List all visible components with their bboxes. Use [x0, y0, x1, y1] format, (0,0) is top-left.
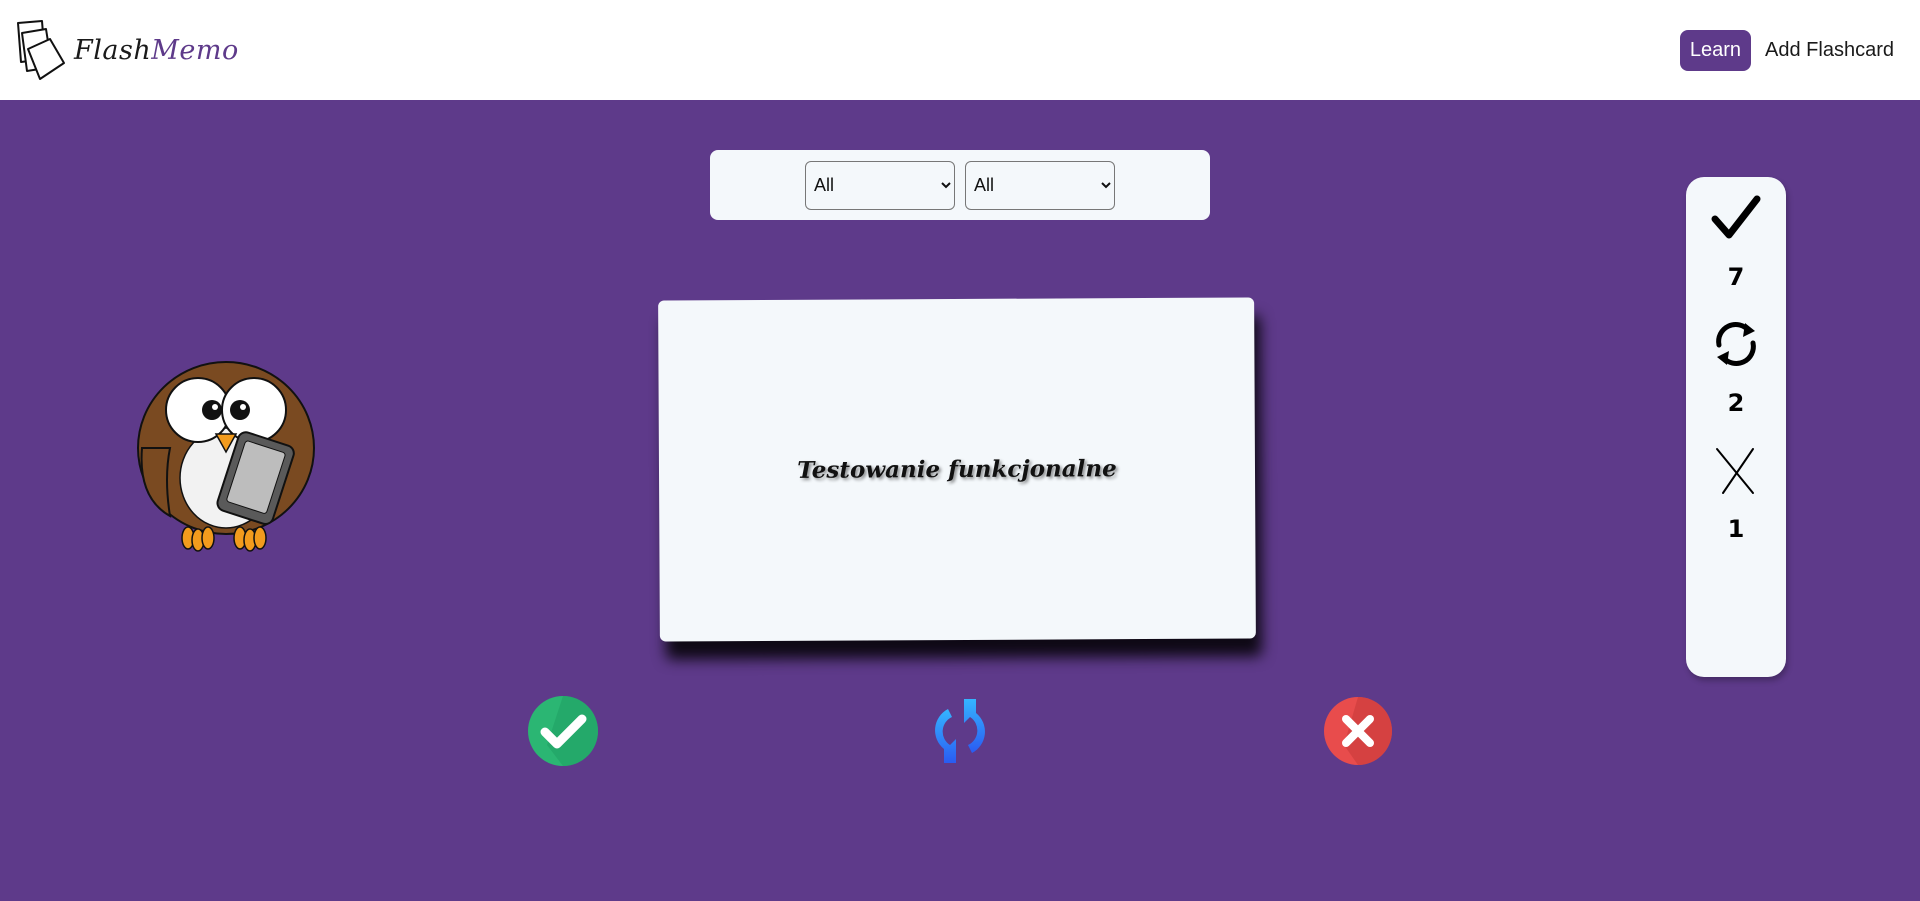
filter-bar: All All	[710, 150, 1210, 220]
owl-mascot-image	[137, 361, 315, 552]
subcategory-filter-select[interactable]: All	[965, 160, 1115, 210]
logo[interactable]: FlashMemo	[12, 19, 239, 81]
close-icon	[1716, 448, 1754, 494]
wrong-answer-button[interactable]	[1322, 695, 1394, 767]
repeat-button[interactable]	[924, 695, 996, 767]
repeat-count: 2	[1727, 389, 1745, 417]
top-nav-bar: FlashMemo Learn Add Flashcard	[0, 0, 1920, 100]
refresh-icon	[935, 699, 985, 763]
flashcard-text: Testowanie funkcjonalne	[797, 455, 1117, 484]
check-icon	[1711, 195, 1761, 239]
wrong-count: 1	[1727, 515, 1745, 543]
logo-text: FlashMemo	[74, 34, 239, 66]
flashcard[interactable]: Testowanie funkcjonalne	[658, 297, 1256, 642]
correct-answer-button[interactable]	[527, 695, 599, 767]
cards-icon	[17, 20, 65, 80]
refresh-icon	[1716, 322, 1756, 366]
nav-add-flashcard-link[interactable]: Add Flashcard	[1765, 39, 1894, 62]
nav-learn-button[interactable]: Learn	[1679, 29, 1752, 71]
category-filter-select[interactable]: All	[805, 160, 955, 210]
main-nav: Learn Add Flashcard	[1679, 29, 1894, 71]
stats-panel: 7 2 1	[1686, 177, 1786, 677]
correct-count: 7	[1727, 263, 1745, 291]
